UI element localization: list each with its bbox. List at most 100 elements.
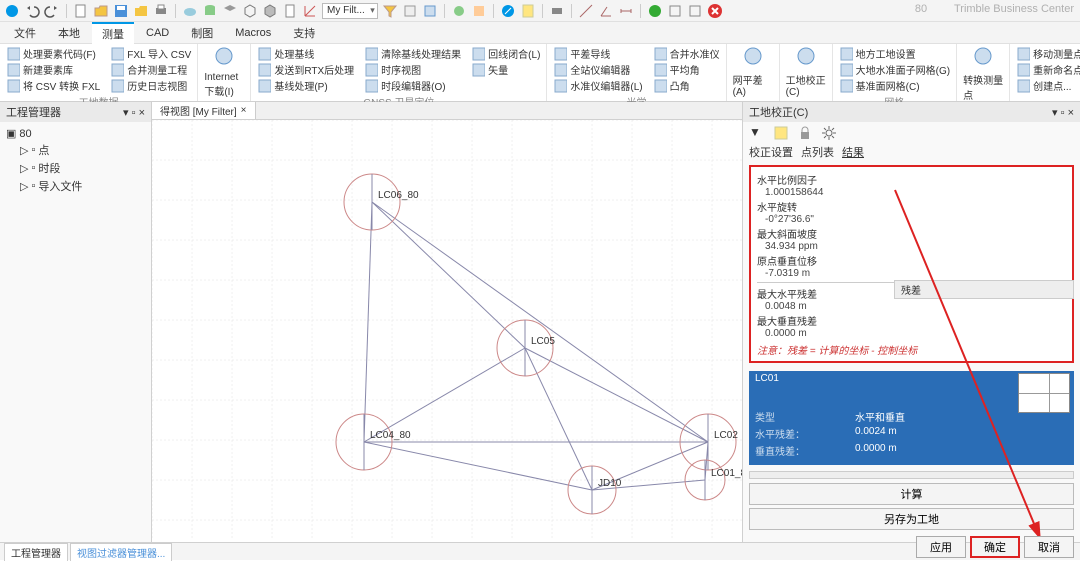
ribbon-item-rename[interactable]: 重新命名点(N) bbox=[1016, 62, 1080, 77]
tool-b-icon[interactable] bbox=[422, 3, 438, 19]
filter-combo[interactable]: My Filt... bbox=[322, 3, 378, 19]
ribbon-item-localset[interactable]: 地方工地设置 bbox=[839, 46, 950, 61]
ribbon-item-mergelvl[interactable]: 合并水准仪 bbox=[653, 46, 720, 61]
tool-a-icon[interactable] bbox=[402, 3, 418, 19]
menu-制图[interactable]: 制图 bbox=[181, 23, 223, 43]
menu-本地[interactable]: 本地 bbox=[48, 23, 90, 43]
cube2-icon[interactable] bbox=[262, 3, 278, 19]
ribbon-item-level[interactable]: 平差导线 bbox=[553, 46, 642, 61]
footer-button-取消[interactable]: 取消 bbox=[1024, 536, 1074, 558]
ribbon-item-vec[interactable]: 矢量 bbox=[471, 62, 540, 77]
panel-dropdown-icon[interactable]: ▾ bbox=[123, 107, 129, 119]
ribbon-item-proc[interactable]: 基线处理(P) bbox=[257, 78, 354, 93]
print2-icon[interactable] bbox=[549, 3, 565, 19]
menu-支持[interactable]: 支持 bbox=[283, 23, 325, 43]
dim-icon[interactable] bbox=[618, 3, 634, 19]
frame-icon[interactable] bbox=[667, 3, 683, 19]
panel-dropdown-icon[interactable]: ▾ bbox=[1052, 107, 1058, 119]
tree-node-时段[interactable]: ▷▫时段 bbox=[18, 159, 147, 177]
ribbon-item-creatept[interactable]: 创建点... bbox=[1016, 78, 1080, 93]
edit-circle-icon[interactable] bbox=[500, 3, 516, 19]
lock-icon[interactable] bbox=[797, 125, 813, 141]
layers-icon[interactable] bbox=[222, 3, 238, 19]
ribbon-item-rtx[interactable]: 发送到RTX后处理 bbox=[257, 62, 354, 77]
calib-tab-1[interactable]: 点列表 bbox=[801, 144, 834, 160]
menu-Macros[interactable]: Macros bbox=[225, 25, 281, 41]
calib-tab-0[interactable]: 校正设置 bbox=[749, 144, 793, 160]
horizontal-scrollbar[interactable] bbox=[749, 471, 1074, 479]
open-icon[interactable] bbox=[93, 3, 109, 19]
folder-icon[interactable] bbox=[133, 3, 149, 19]
tool-c-icon[interactable] bbox=[451, 3, 467, 19]
ribbon-item-loop[interactable]: 回线闭合(L) bbox=[471, 46, 540, 61]
gear-icon[interactable] bbox=[821, 125, 837, 141]
expand-icon[interactable]: ▷ bbox=[20, 162, 28, 175]
ribbon-item-move[interactable]: 移动测量点 bbox=[1016, 46, 1080, 61]
overview-thumbnail[interactable] bbox=[1018, 373, 1070, 413]
tree-node-点[interactable]: ▷▫点 bbox=[18, 141, 147, 159]
statusbar-tab-filter[interactable]: 视图过滤器管理器... bbox=[70, 543, 172, 561]
new-icon[interactable] bbox=[73, 3, 89, 19]
footer-button-确定[interactable]: 确定 bbox=[970, 536, 1020, 558]
tool-d-icon[interactable] bbox=[471, 3, 487, 19]
ribbon-item-code[interactable]: 处理要素代码(F) bbox=[6, 46, 100, 61]
measure-icon[interactable] bbox=[578, 3, 594, 19]
ribbon-item-basegrid[interactable]: 基准面网格(C) bbox=[839, 78, 950, 93]
ribbon-item-geoid[interactable]: 大地水准面子网格(G) bbox=[839, 62, 950, 77]
panel-close-icon[interactable]: × bbox=[1068, 107, 1074, 119]
ribbon-button-sitecal[interactable]: 工地校正(C) bbox=[786, 46, 826, 98]
ribbon-item-leveled[interactable]: 水准仪编辑器(L) bbox=[553, 78, 642, 93]
note-icon[interactable] bbox=[773, 125, 789, 141]
redo-icon[interactable] bbox=[44, 3, 60, 19]
network-canvas[interactable]: LC06_80LC05LC04_80JD10LC02LC01_80 bbox=[152, 120, 742, 540]
view-tab[interactable]: 得视图 [My Filter] × bbox=[152, 102, 256, 119]
page-icon[interactable] bbox=[282, 3, 298, 19]
ribbon-item-seg[interactable]: 时段编辑器(O) bbox=[364, 78, 461, 93]
ribbon-item-history[interactable]: 历史日志视图 bbox=[110, 78, 191, 93]
expand-icon[interactable]: ▷ bbox=[20, 180, 28, 193]
menu-CAD[interactable]: CAD bbox=[136, 25, 179, 41]
ribbon-item-import[interactable]: FXL 导入 CSV bbox=[110, 46, 191, 61]
calib-button-计算[interactable]: 计算 bbox=[749, 483, 1074, 505]
menu-文件[interactable]: 文件 bbox=[4, 23, 46, 43]
green-dot-icon[interactable] bbox=[647, 3, 663, 19]
ribbon-item-avg[interactable]: 平均角 bbox=[653, 62, 720, 77]
undo-icon[interactable] bbox=[24, 3, 40, 19]
ribbon-button-download[interactable]: Internet 下载(I) bbox=[204, 46, 244, 98]
cube-icon[interactable] bbox=[242, 3, 258, 19]
note-icon[interactable] bbox=[520, 3, 536, 19]
panel-close-icon[interactable]: × bbox=[139, 107, 145, 119]
axis-icon[interactable] bbox=[302, 3, 318, 19]
angle-icon[interactable] bbox=[598, 3, 614, 19]
menu-测量[interactable]: 测量 bbox=[92, 22, 134, 44]
ribbon-item-convex[interactable]: 凸角 bbox=[653, 78, 720, 93]
dropdown-icon[interactable]: ▼ bbox=[749, 125, 765, 141]
ribbon-button-rotate[interactable]: 转换测量点 bbox=[963, 46, 1003, 102]
close-red-icon[interactable] bbox=[707, 3, 723, 19]
tree-root[interactable]: ▣ 80 bbox=[4, 126, 147, 141]
frame2-icon[interactable] bbox=[687, 3, 703, 19]
ribbon-item-baseline[interactable]: 处理基线 bbox=[257, 46, 354, 61]
ribbon-item-clear[interactable]: 清除基线处理结果 bbox=[364, 46, 461, 61]
calib-tab-2[interactable]: 结果 bbox=[842, 144, 864, 160]
tab-close-icon[interactable]: × bbox=[241, 105, 247, 116]
ribbon-item-csv[interactable]: 将 CSV 转换 FXL bbox=[6, 78, 100, 93]
calib-button-另存为工地[interactable]: 另存为工地 bbox=[749, 508, 1074, 530]
footer-button-应用[interactable]: 应用 bbox=[916, 536, 966, 558]
panel-pin-icon[interactable]: ▫ bbox=[1061, 107, 1065, 119]
funnel-icon[interactable] bbox=[382, 3, 398, 19]
ribbon-item-new[interactable]: 新建要素库 bbox=[6, 62, 100, 77]
ribbon-item-ts[interactable]: 全站仪编辑器 bbox=[553, 62, 642, 77]
db-icon[interactable] bbox=[202, 3, 218, 19]
panel-pin-icon[interactable]: ▫ bbox=[132, 107, 136, 119]
ribbon-item-merge[interactable]: 合并测量工程 bbox=[110, 62, 191, 77]
statusbar-tab-project[interactable]: 工程管理器 bbox=[4, 543, 68, 561]
save-icon[interactable] bbox=[113, 3, 129, 19]
ribbon-button-netadj[interactable]: 网平差(A) bbox=[733, 46, 773, 98]
plan-viewport[interactable]: 得视图 [My Filter] × LC06_80LC05LC04_80JD10… bbox=[152, 102, 742, 542]
expand-icon[interactable]: ▷ bbox=[20, 144, 28, 157]
print-icon[interactable] bbox=[153, 3, 169, 19]
tree-node-导入文件[interactable]: ▷▫导入文件 bbox=[18, 177, 147, 195]
cloud-icon[interactable] bbox=[182, 3, 198, 19]
ribbon-item-seq[interactable]: 时序视图 bbox=[364, 62, 461, 77]
